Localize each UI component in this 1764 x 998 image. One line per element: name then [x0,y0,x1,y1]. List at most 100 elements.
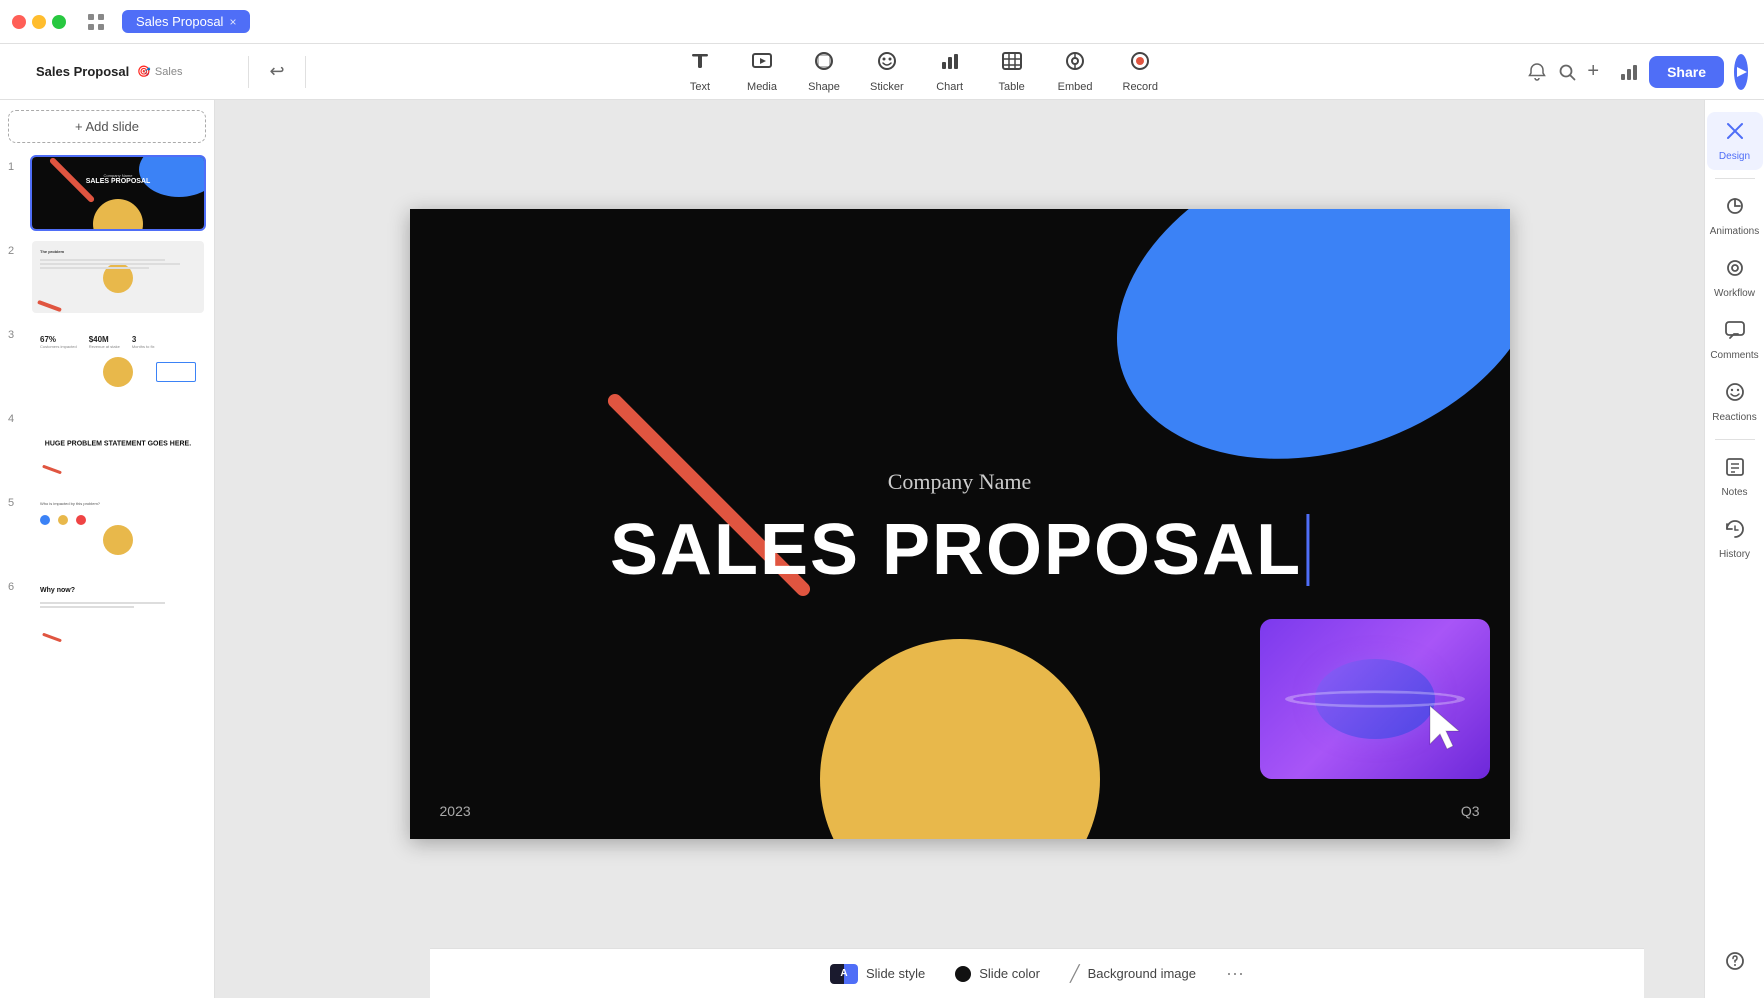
slide-style-button[interactable]: A Slide style [830,964,925,984]
media-tool-button[interactable]: Media [732,44,792,99]
shape-tool-button[interactable]: Shape [794,44,854,99]
table-tool-button[interactable]: Table [982,44,1042,99]
slide-item[interactable]: 4 HUGE PROBLEM STATEMENT GOES HERE. [8,407,206,483]
search-button[interactable] [1557,56,1577,88]
design-label: Design [1719,151,1750,162]
notification-button[interactable] [1527,56,1547,88]
tab-label: Sales Proposal [136,14,223,29]
slide-color-button[interactable]: Slide color [955,966,1040,982]
slide-item[interactable]: 1 Company Name SALES PROPOSAL [8,155,206,231]
slide-thumbnail[interactable]: Company Name SALES PROPOSAL [30,155,206,231]
slide-item[interactable]: 3 67% Customers impacted $40M Revenue at… [8,323,206,399]
canvas-area: Company Name SALES PROPOSAL [215,100,1704,998]
main-toolbar: Sales Proposal 🎯Sales ↩ Text [0,44,1764,100]
workflow-panel-button[interactable]: Workflow [1707,249,1763,307]
reactions-icon [1724,381,1746,409]
cursor-arrow [1425,704,1465,759]
notes-icon [1724,456,1746,484]
add-collaborator-button[interactable]: + [1587,56,1599,88]
help-button[interactable] [1707,942,1763,986]
tab-close-button[interactable]: × [229,15,236,29]
slide-item[interactable]: 2 The problem [8,239,206,315]
history-panel-button[interactable]: History [1707,510,1763,568]
animations-label: Animations [1710,226,1759,237]
slide-company-name: Company Name [888,469,1032,495]
toolbar-separator-left [248,56,249,88]
table-icon [1001,50,1023,78]
right-panel-divider [1715,178,1755,179]
maximize-traffic-light[interactable] [52,15,66,29]
comments-panel-button[interactable]: Comments [1707,311,1763,369]
sticker-icon [876,50,898,78]
help-icon [1724,950,1746,978]
slide-item[interactable]: 6 Why now? [8,575,206,651]
shape-icon [813,50,835,78]
slide-color-dot [955,966,971,982]
slide-canvas[interactable]: Company Name SALES PROPOSAL [410,209,1510,839]
record-tool-label: Record [1123,81,1158,93]
title-bar: Sales Proposal × [0,0,1764,44]
embed-tool-label: Embed [1058,81,1093,93]
slide-thumbnail[interactable]: HUGE PROBLEM STATEMENT GOES HERE. [30,407,206,483]
text-icon [689,50,711,78]
text-tool-label: Text [690,81,710,93]
embed-tool-button[interactable]: Embed [1044,44,1107,99]
slide-thumbnail[interactable]: Why now? [30,575,206,651]
toolbar-left: Sales Proposal 🎯Sales [16,64,236,79]
sticker-tool-button[interactable]: Sticker [856,44,918,99]
animations-panel-button[interactable]: Animations [1707,187,1763,245]
toolbar-separator-undo [305,56,306,88]
design-icon [1724,120,1746,148]
close-traffic-light[interactable] [12,15,26,29]
slide-thumbnail[interactable]: 67% Customers impacted $40M Revenue at s… [30,323,206,399]
play-button[interactable] [1734,54,1748,90]
background-image-button[interactable]: ╱ Background image [1070,964,1196,984]
slide-number: 4 [8,407,24,425]
workflow-label: Workflow [1714,288,1755,299]
analytics-button[interactable] [1619,56,1639,88]
slide-thumbnail[interactable]: The problem [30,239,206,315]
minimize-traffic-light[interactable] [32,15,46,29]
slide-thumbnail[interactable]: Who is impacted by this problem? [30,491,206,567]
chart-tool-button[interactable]: Chart [920,44,980,99]
share-button[interactable]: Share [1649,56,1724,88]
text-tool-button[interactable]: Text [670,44,730,99]
chart-icon [939,50,961,78]
record-tool-button[interactable]: Record [1109,44,1172,99]
slide-style-label: Slide style [866,966,925,981]
design-panel-button[interactable]: Design [1707,112,1763,170]
shape-tool-label: Shape [808,81,840,93]
document-subtitle: 🎯Sales [137,65,182,78]
grid-icon[interactable] [82,8,110,36]
slide-item[interactable]: 5 Who is impacted by this problem? [8,491,206,567]
comments-label: Comments [1710,350,1758,361]
history-icon [1724,518,1746,546]
planet-visual [1315,659,1435,739]
yellow-circle-decoration [820,639,1100,839]
text-cursor [1306,514,1309,586]
more-options-button[interactable]: ··· [1226,963,1244,984]
reactions-label: Reactions [1712,412,1756,423]
notes-panel-button[interactable]: Notes [1707,448,1763,506]
slide-number: 5 [8,491,24,509]
add-slide-label: + Add slide [75,119,139,134]
undo-button[interactable]: ↩ [261,56,293,88]
add-slide-button[interactable]: + Add slide [8,110,206,143]
planet-sticker [1260,619,1490,779]
comments-icon [1724,319,1746,347]
media-tool-label: Media [747,81,777,93]
bg-image-icon: ╱ [1070,964,1080,984]
animations-icon [1724,195,1746,223]
right-panel-divider-2 [1715,439,1755,440]
media-icon [751,50,773,78]
reactions-panel-button[interactable]: Reactions [1707,373,1763,431]
traffic-lights [12,15,66,29]
toolbar-right: + Share [1528,54,1748,90]
slide-year: 2023 [440,803,471,819]
slide-panel: + Add slide 1 Company Name SALES PROPOSA… [0,100,215,998]
slide-number: 1 [8,155,24,173]
active-tab[interactable]: Sales Proposal × [122,10,250,33]
document-title: Sales Proposal [36,64,129,79]
chart-tool-label: Chart [936,81,963,93]
slide-number: 6 [8,575,24,593]
